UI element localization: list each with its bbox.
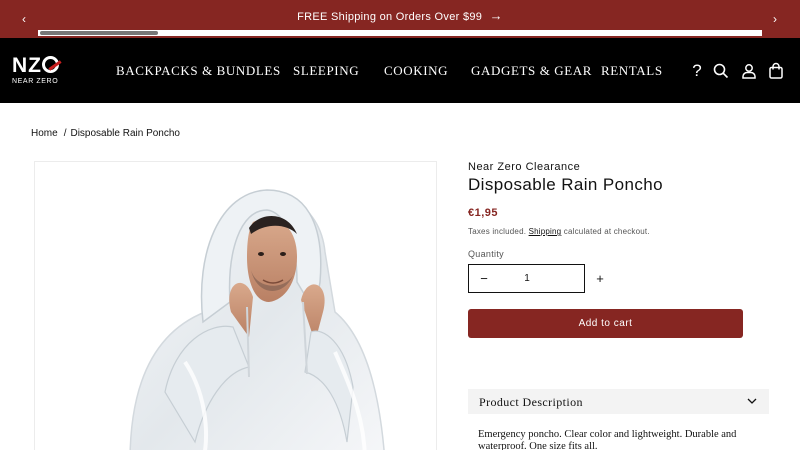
product-description-accordion[interactable]: Product Description bbox=[468, 389, 769, 414]
add-to-cart-button[interactable]: Add to cart bbox=[468, 309, 743, 338]
nav-rentals[interactable]: RENTALS bbox=[601, 63, 663, 79]
scrollbar-thumb[interactable] bbox=[40, 31, 158, 35]
breadcrumb-home[interactable]: Home bbox=[31, 128, 58, 139]
announcement-link[interactable]: FREE Shipping on Orders Over $99 → bbox=[0, 8, 800, 23]
search-icon[interactable] bbox=[712, 62, 730, 80]
nav-gadgets-gear[interactable]: GADGETS & GEAR bbox=[471, 63, 592, 79]
logo[interactable]: NZ NEAR ZERO bbox=[12, 54, 59, 85]
logo-text: NEAR ZERO bbox=[12, 78, 59, 85]
logo-o-icon bbox=[42, 56, 59, 73]
horizontal-scrollbar[interactable] bbox=[38, 30, 762, 36]
product-description-text: Emergency poncho. Clear color and lightw… bbox=[478, 429, 737, 450]
announcement-bar: ‹ FREE Shipping on Orders Over $99 → › bbox=[0, 0, 800, 38]
taxes-suffix: calculated at checkout. bbox=[563, 227, 650, 236]
account-icon[interactable] bbox=[740, 62, 758, 80]
nav-sleeping[interactable]: SLEEPING bbox=[293, 63, 359, 79]
shipping-link[interactable]: Shipping bbox=[529, 227, 562, 236]
arrow-right-icon: → bbox=[489, 8, 503, 23]
announcement-text: FREE Shipping on Orders Over $99 bbox=[297, 11, 483, 23]
product-vendor: Near Zero Clearance bbox=[468, 161, 581, 173]
product-title: Disposable Rain Poncho bbox=[468, 175, 663, 194]
breadcrumb-current: Disposable Rain Poncho bbox=[70, 128, 180, 139]
help-icon[interactable]: ? bbox=[688, 62, 706, 80]
cart-icon[interactable] bbox=[767, 62, 785, 80]
breadcrumb: Home / Disposable Rain Poncho bbox=[31, 128, 180, 139]
taxes-note: Taxes included. Shipping calculated at c… bbox=[468, 227, 650, 236]
quantity-label: Quantity bbox=[468, 249, 504, 259]
product-price: €1,95 bbox=[468, 207, 499, 219]
quantity-input[interactable] bbox=[499, 265, 555, 292]
logo-mark: NZ bbox=[12, 54, 42, 77]
site-header: NZ NEAR ZERO BACKPACKS & BUNDLES SLEEPIN… bbox=[0, 38, 800, 103]
product-image[interactable] bbox=[34, 161, 437, 450]
breadcrumb-separator: / bbox=[63, 128, 67, 139]
quantity-increase-button[interactable]: + bbox=[585, 265, 615, 292]
chevron-right-icon[interactable]: › bbox=[765, 9, 785, 29]
quantity-stepper: − + bbox=[468, 264, 604, 293]
nav-backpacks-bundles[interactable]: BACKPACKS & BUNDLES bbox=[116, 63, 281, 79]
nav-cooking[interactable]: COOKING bbox=[384, 63, 448, 79]
taxes-prefix: Taxes included. bbox=[468, 227, 527, 236]
poncho-photo-illustration bbox=[35, 162, 436, 450]
quantity-decrease-button[interactable]: − bbox=[469, 265, 499, 292]
product-description-heading: Product Description bbox=[479, 395, 583, 409]
chevron-down-icon bbox=[747, 398, 757, 404]
